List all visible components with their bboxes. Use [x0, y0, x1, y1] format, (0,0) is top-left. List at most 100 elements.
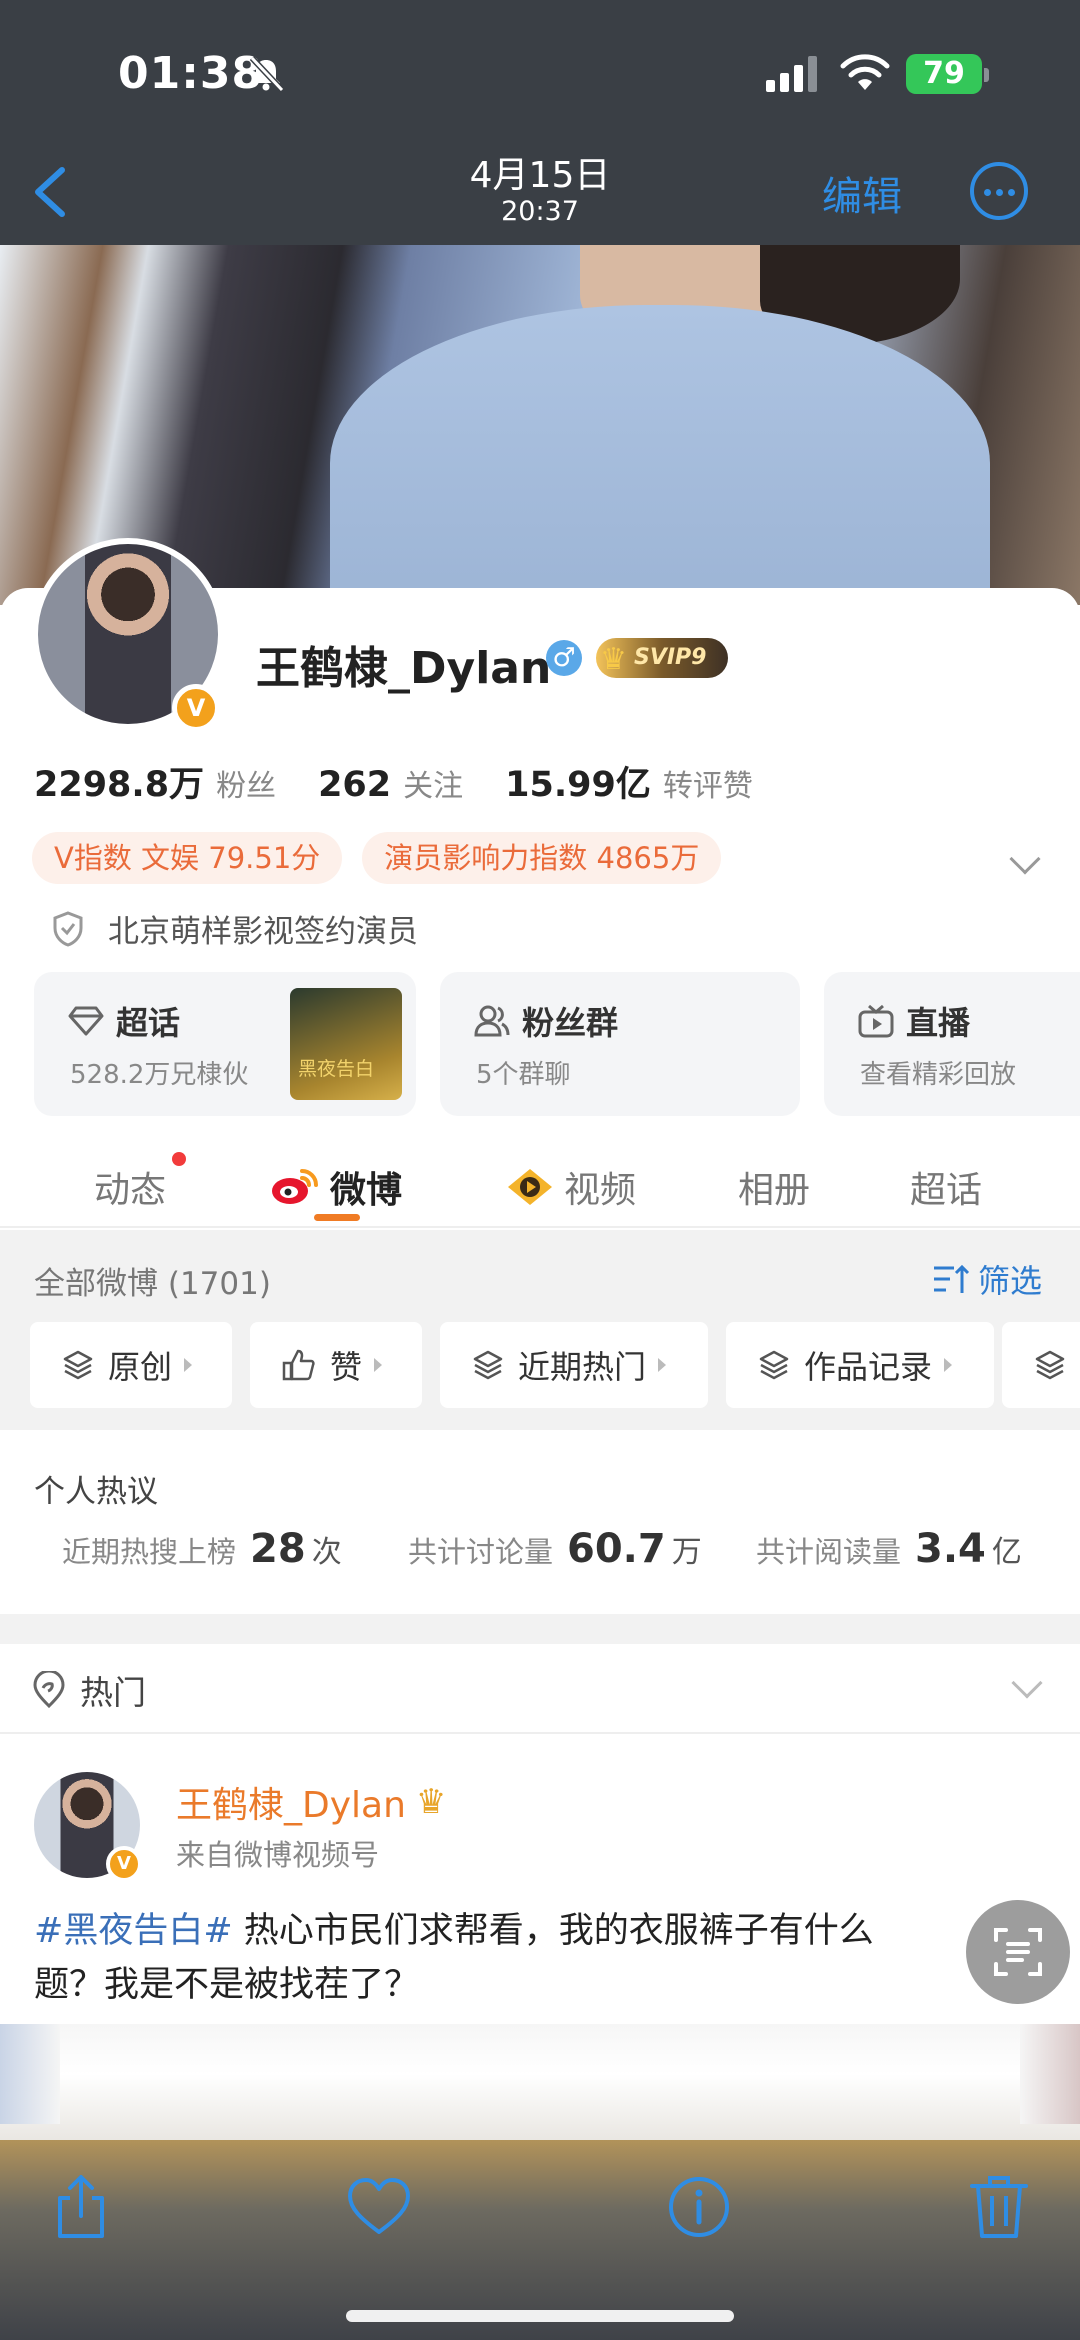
hot-stat-label: 共计阅读量 [756, 1535, 902, 1569]
index-tags: V指数 文娱 79.51分 演员影响力指数 4865万 [32, 832, 741, 884]
drama-poster: 黑夜告白 [290, 988, 402, 1100]
feature-sub: 5个群聊 [476, 1060, 571, 1090]
tab-label: 视频 [564, 1170, 637, 1211]
post-text-line1: 热心市民们求帮看，我的衣服裤子有什么 [232, 1911, 874, 1951]
blurred-content [0, 2024, 1080, 2150]
chip-arrow-icon [184, 1358, 193, 1372]
tab-video[interactable]: 视频 [506, 1146, 636, 1228]
tab-updates[interactable]: 动态 [94, 1146, 166, 1228]
feed-filter-bar: 全部微博 (1701) 筛选 原创 赞 近期热门 作品记录 [0, 1230, 1080, 1430]
stat-fans[interactable]: 2298.8万 粉丝 [34, 756, 276, 807]
edit-button[interactable]: 编辑 [822, 164, 902, 222]
svip-badge[interactable]: ♛ SVIP9 [596, 638, 728, 678]
feature-cards: 超话 528.2万兄棣伙 黑夜告白 粉丝群 5个群聊 直播 查看精彩回放 [34, 972, 1080, 1116]
all-posts-count: 全部微博 (1701) [34, 1266, 271, 1302]
actor-influence-tag[interactable]: 演员影响力指数 4865万 [362, 832, 722, 884]
filter-label: 筛选 [978, 1262, 1043, 1300]
svip-label: SVIP9 [634, 645, 707, 670]
tab-label: 微博 [330, 1170, 403, 1211]
chevron-down-icon[interactable] [1011, 1667, 1043, 1699]
chip-recent-hot[interactable]: 近期热门 [440, 1322, 708, 1408]
blur-edge-left [0, 2024, 60, 2124]
active-tab-indicator [314, 1214, 360, 1221]
hot-stat-unit: 万 [671, 1535, 702, 1570]
scan-text-button[interactable] [966, 1900, 1070, 2004]
stat-label: 转评赞 [662, 769, 753, 804]
live-title: 直播 [858, 998, 970, 1044]
hot-stat-number: 3.4 [915, 1526, 986, 1572]
profile-card: V 王鹤棣_Dylan ♂ ♛ SVIP9 2298.8万 粉丝 262 关注 … [0, 538, 1080, 1228]
scan-icon [994, 1928, 1042, 1976]
feature-title: 粉丝群 [522, 1004, 619, 1042]
more-icon[interactable] [970, 162, 1028, 220]
profile-tabs: 动态 微博 视频 相册 超话 [0, 1146, 1080, 1228]
live-card[interactable]: 直播 查看精彩回放 [824, 972, 1080, 1116]
shield-icon [53, 910, 83, 947]
filter-button[interactable]: 筛选 [932, 1256, 1042, 1302]
status-bar: 01:38 79 [0, 48, 1080, 99]
photo-toolbar [0, 2140, 1080, 2340]
stat-number: 15.99亿 [505, 765, 651, 805]
weibo-post[interactable]: V 王鹤棣_Dylan ♛ 来自微博视频号 #黑夜告白# 热心市民们求帮看，我的… [0, 1734, 1080, 2024]
weibo-eye-icon [272, 1169, 318, 1204]
filter-icon [934, 1264, 970, 1293]
post-author[interactable]: 王鹤棣_Dylan ♛ [176, 1776, 446, 1828]
mute-icon [249, 55, 285, 93]
poster-title: 黑夜告白 [298, 1058, 375, 1080]
stat-interactions[interactable]: 15.99亿 转评赞 [505, 756, 753, 807]
chip-label: 作品记录 [804, 1348, 933, 1386]
cover-pillow [330, 305, 990, 635]
hot-stat-number: 28 [250, 1526, 306, 1572]
hot-stat-reads: 共计阅读量 3.4 亿 [756, 1526, 1022, 1572]
chevron-down-icon[interactable] [1009, 843, 1041, 875]
home-indicator[interactable] [346, 2310, 734, 2322]
heart-icon[interactable] [344, 2172, 414, 2242]
tab-label: 超话 [910, 1170, 983, 1211]
chip-liked[interactable]: 赞 [250, 1322, 422, 1408]
chip-original[interactable]: 原创 [30, 1322, 232, 1408]
stat-following[interactable]: 262 关注 [318, 761, 463, 805]
supertopic-card[interactable]: 超话 528.2万兄棣伙 黑夜告白 [34, 972, 416, 1116]
layers-icon [473, 1350, 503, 1380]
hot-section-title: 热门 [32, 1666, 146, 1714]
post-source: 来自微博视频号 [176, 1838, 380, 1872]
post-hashtag[interactable]: #黑夜告白# [34, 1911, 233, 1951]
hot-stat-number: 60.7 [567, 1526, 666, 1572]
stat-number: 2298.8万 [34, 765, 205, 805]
trash-icon[interactable] [964, 2172, 1034, 2242]
verified-badge: V [106, 1846, 142, 1882]
tab-supertopic[interactable]: 超话 [910, 1146, 982, 1228]
post-text-line2: 题？我是不是被找茬了？ [34, 1965, 420, 2005]
nav-bar: 4月15日 20:37 编辑 [0, 140, 1080, 240]
feature-title: 超话 [116, 1004, 181, 1042]
tab-album[interactable]: 相册 [738, 1146, 810, 1228]
fans-group-card[interactable]: 粉丝群 5个群聊 [440, 972, 800, 1116]
personal-hot-topics[interactable]: 个人热议 近期热搜上榜 28 次 共计讨论量 60.7 万 共计阅读量 3.4 … [0, 1430, 1080, 1614]
chip-arrow-icon [944, 1358, 953, 1372]
profile-stats: 2298.8万 粉丝 262 关注 15.99亿 转评赞 [34, 756, 795, 807]
fans-icon [474, 1005, 510, 1037]
hot-section-header[interactable]: 热门 [0, 1644, 1080, 1734]
chip-label: 原创 [108, 1348, 173, 1386]
chip-more[interactable] [1002, 1322, 1080, 1408]
username: 王鹤棣_Dylan [256, 643, 552, 694]
hot-stat-unit: 亿 [991, 1535, 1022, 1570]
male-gender-icon: ♂ [546, 640, 582, 676]
crown-icon: ♛ [415, 1782, 447, 1822]
post-text: #黑夜告白# 热心市民们求帮看，我的衣服裤子有什么 题？我是不是被找茬了？ [34, 1904, 1044, 2012]
v-index-tag[interactable]: V指数 文娱 79.51分 [32, 832, 343, 884]
hot-stat-discussion: 共计讨论量 60.7 万 [408, 1526, 702, 1572]
thumb-icon [282, 1349, 315, 1381]
layers-icon [759, 1350, 789, 1380]
feature-sub: 528.2万兄棣伙 [70, 1060, 249, 1090]
diamond-icon [68, 1006, 104, 1036]
verified-badge: V [172, 684, 220, 732]
chip-works[interactable]: 作品记录 [726, 1322, 994, 1408]
signed-text: 北京萌样影视签约演员 [108, 914, 418, 950]
chip-label: 近期热门 [518, 1348, 647, 1386]
tab-label: 相册 [738, 1170, 811, 1211]
video-play-icon [508, 1169, 552, 1205]
info-icon[interactable] [664, 2172, 734, 2242]
share-icon[interactable] [46, 2172, 116, 2242]
signed-agency: 北京萌样影视签约演员 [52, 906, 418, 951]
